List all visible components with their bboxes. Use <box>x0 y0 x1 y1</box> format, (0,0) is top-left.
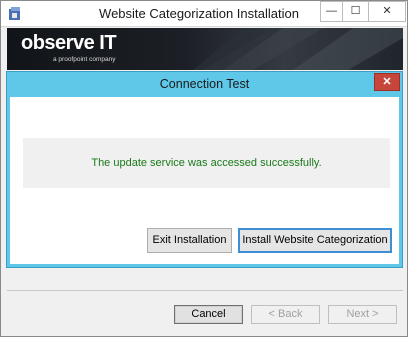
message-panel: The update service was accessed successf… <box>23 138 390 188</box>
install-website-categorization-button[interactable]: Install Website Categorization <box>238 228 392 253</box>
dialog-body: The update service was accessed successf… <box>10 97 399 264</box>
minimize-button[interactable]: — <box>320 1 342 22</box>
maximize-button[interactable]: ☐ <box>342 1 368 22</box>
dialog-close-button[interactable]: ✕ <box>374 73 400 91</box>
close-icon: ✕ <box>382 76 392 88</box>
observeit-logo: observe IT <box>21 32 117 54</box>
close-icon: ✕ <box>382 5 392 17</box>
installer-window: Website Categorization Installation — ☐ … <box>0 0 408 337</box>
banner: observe IT a proofpoint company <box>7 28 403 70</box>
installer-titlebar[interactable]: Website Categorization Installation — ☐ … <box>1 1 407 27</box>
close-button[interactable]: ✕ <box>368 1 406 22</box>
back-button[interactable]: < Back <box>251 305 320 324</box>
logo-subtext: a proofpoint company <box>53 56 116 63</box>
connection-test-dialog: Connection Test ✕ The update service was… <box>6 71 403 268</box>
next-button[interactable]: Next > <box>328 305 397 324</box>
dialog-titlebar[interactable]: Connection Test ✕ <box>7 72 402 97</box>
banner-decoration <box>193 28 403 70</box>
dialog-title: Connection Test <box>159 77 250 91</box>
footer-divider <box>7 290 403 291</box>
status-message: The update service was accessed successf… <box>91 157 322 169</box>
exit-installation-button[interactable]: Exit Installation <box>147 228 232 253</box>
cancel-button[interactable]: Cancel <box>174 305 243 324</box>
maximize-icon: ☐ <box>350 5 361 17</box>
minimize-icon: — <box>326 5 337 17</box>
